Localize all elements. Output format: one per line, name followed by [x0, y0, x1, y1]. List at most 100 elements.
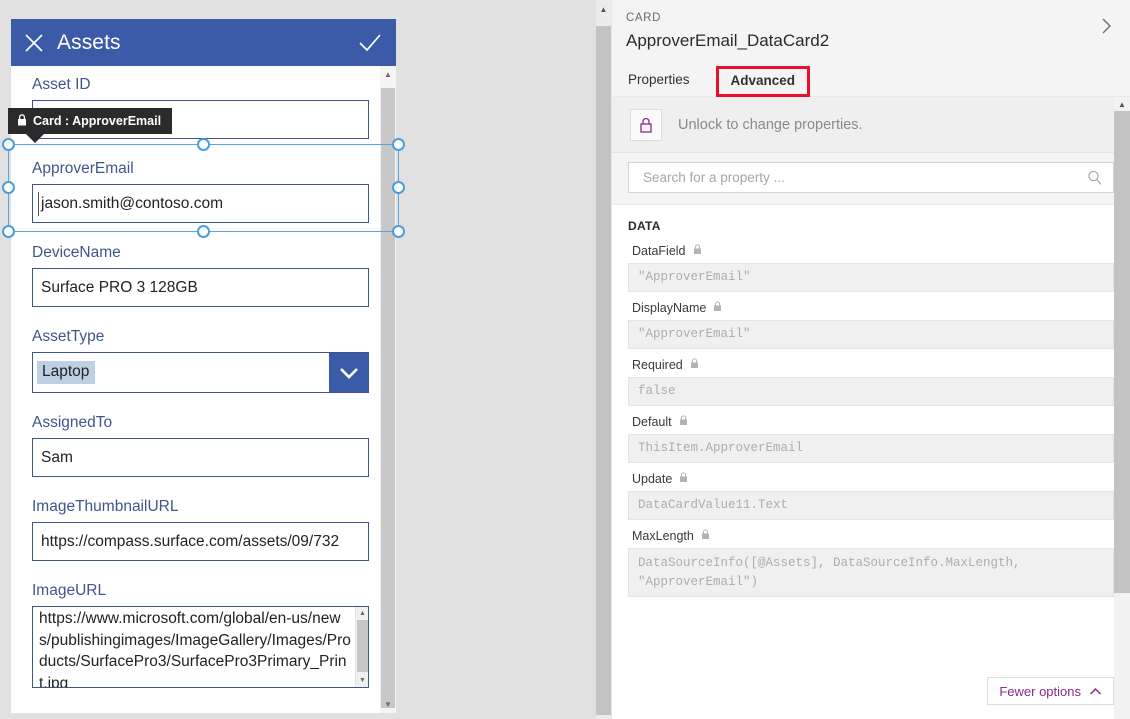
property-value[interactable]: DataSourceInfo([@Assets], DataSourceInfo…: [628, 548, 1114, 597]
text-caret: [38, 192, 39, 216]
search-icon[interactable]: [1087, 170, 1103, 186]
tab-properties[interactable]: Properties: [626, 65, 702, 96]
fewer-options-button[interactable]: Fewer options: [987, 677, 1114, 705]
property-value[interactable]: "ApproverEmail": [628, 263, 1114, 292]
field-value: https://compass.surface.com/assets/09/73…: [41, 532, 340, 550]
lock-icon: [679, 470, 688, 482]
property-required: Required false: [628, 358, 1114, 406]
property-name: Default: [632, 415, 672, 429]
scroll-up-icon[interactable]: ▲: [356, 607, 368, 620]
field-label: ImageThumbnailURL: [32, 498, 179, 515]
form-field-image-thumbnail-url: ImageThumbnailURL https://compass.surfac…: [11, 488, 381, 561]
property-displayname: DisplayName "ApproverEmail": [628, 301, 1114, 349]
textarea-scrollbar[interactable]: ▲ ▼: [355, 607, 368, 687]
lock-icon: [693, 242, 702, 254]
panel-scrollbar[interactable]: ▲: [1114, 97, 1130, 719]
panel-tabs: Properties Advanced: [626, 65, 811, 97]
image-thumbnail-url-input[interactable]: https://compass.surface.com/assets/09/73…: [32, 522, 369, 561]
property-name: DisplayName: [632, 301, 707, 315]
property-update: Update DataCardValue11.Text: [628, 472, 1114, 520]
tooltip-arrow: [26, 134, 44, 143]
control-tooltip: Card : ApproverEmail: [8, 108, 173, 143]
property-label-row: Required: [628, 358, 1114, 372]
form-field-image-url: ImageURL https://www.microsoft.com/globa…: [11, 572, 381, 688]
unlock-message: Unlock to change properties.: [678, 116, 863, 133]
scroll-up-icon[interactable]: ▲: [1114, 97, 1130, 111]
field-label: ApproverEmail: [32, 160, 134, 177]
property-search-bar: [612, 153, 1130, 205]
property-name: Required: [632, 358, 683, 372]
unlock-bar[interactable]: Unlock to change properties.: [612, 97, 1130, 153]
property-name: DataField: [632, 244, 686, 258]
lock-icon: [690, 356, 699, 368]
panel-control-name: ApproverEmail_DataCard2: [626, 31, 830, 50]
form-scroll-region[interactable]: Asset ID ApproverEmail jason.smith@conto…: [11, 66, 396, 713]
property-label-row: Default: [628, 415, 1114, 429]
search-input[interactable]: [641, 169, 1087, 186]
dropdown-selected-wrap: Laptop: [33, 353, 329, 392]
search-input-wrapper[interactable]: [628, 162, 1114, 193]
scroll-down-icon[interactable]: ▼: [380, 696, 396, 713]
app-canvas: Assets Asset ID ApproverEmail jason.smit…: [0, 0, 611, 719]
field-label: Asset ID: [32, 76, 91, 93]
form-field-assigned-to: AssignedTo Sam: [11, 404, 381, 477]
fewer-options-wrap: Fewer options: [987, 677, 1114, 705]
properties-list: DATA DataField "ApproverEmail" DisplayNa…: [612, 205, 1130, 717]
form-field-device-name: DeviceName Surface PRO 3 128GB: [11, 234, 381, 307]
field-value: Sam: [41, 448, 73, 466]
property-default: Default ThisItem.ApproverEmail: [628, 415, 1114, 463]
checkmark-icon[interactable]: [344, 19, 396, 66]
field-value: https://www.microsoft.com/global/en-us/n…: [39, 610, 351, 688]
property-value[interactable]: "ApproverEmail": [628, 320, 1114, 349]
property-value[interactable]: ThisItem.ApproverEmail: [628, 434, 1114, 463]
app-root: Assets Asset ID ApproverEmail jason.smit…: [0, 0, 1130, 719]
lock-icon: [713, 299, 722, 311]
lock-icon: [701, 527, 710, 539]
scroll-up-icon[interactable]: ▲: [380, 66, 396, 83]
device-name-input[interactable]: Surface PRO 3 128GB: [32, 268, 369, 307]
scroll-down-icon[interactable]: ▼: [356, 674, 368, 687]
property-label-row: DataField: [628, 244, 1114, 258]
section-title-data: DATA: [628, 219, 661, 233]
edit-form: Asset ID ApproverEmail jason.smith@conto…: [11, 66, 381, 688]
asset-type-dropdown[interactable]: Laptop: [32, 352, 369, 393]
form-scrollbar[interactable]: ▲ ▼: [380, 66, 396, 713]
property-name: MaxLength: [632, 529, 694, 543]
field-value: jason.smith@contoso.com: [41, 194, 224, 212]
close-icon[interactable]: [11, 19, 57, 66]
form-field-approver-email: ApproverEmail jason.smith@contoso.com: [11, 150, 381, 223]
chevron-down-icon[interactable]: [329, 353, 368, 392]
field-value: Surface PRO 3 128GB: [41, 278, 198, 296]
scrollbar-thumb[interactable]: [1114, 111, 1130, 593]
tab-advanced[interactable]: Advanced: [715, 66, 811, 97]
property-value[interactable]: DataCardValue11.Text: [628, 491, 1114, 520]
canvas-scrollbar[interactable]: ▲: [596, 0, 611, 719]
property-value[interactable]: false: [628, 377, 1114, 406]
assigned-to-input[interactable]: Sam: [32, 438, 369, 477]
chevron-right-icon[interactable]: [1094, 14, 1118, 38]
scrollbar-thumb[interactable]: [381, 88, 395, 708]
scrollbar-thumb[interactable]: [357, 620, 368, 672]
scroll-up-icon[interactable]: ▲: [596, 0, 611, 18]
scrollbar-thumb[interactable]: [596, 26, 611, 715]
app-header-bar: Assets: [11, 19, 396, 66]
image-url-textarea[interactable]: https://www.microsoft.com/global/en-us/n…: [32, 606, 369, 688]
panel-kicker: CARD: [626, 12, 661, 24]
chevron-up-icon: [1089, 684, 1102, 699]
fewer-options-label: Fewer options: [999, 683, 1081, 699]
approver-email-input[interactable]: jason.smith@contoso.com: [32, 184, 369, 223]
tooltip-text: Card : ApproverEmail: [33, 114, 162, 128]
lock-icon[interactable]: [630, 108, 662, 141]
field-label: ImageURL: [32, 582, 107, 599]
lock-icon: [17, 113, 27, 129]
property-maxlength: MaxLength DataSourceInfo([@Assets], Data…: [628, 529, 1114, 597]
lock-icon: [679, 413, 688, 425]
properties-panel: CARD ApproverEmail_DataCard2 Properties …: [611, 0, 1130, 719]
panel-header: CARD ApproverEmail_DataCard2 Properties …: [612, 0, 1130, 97]
